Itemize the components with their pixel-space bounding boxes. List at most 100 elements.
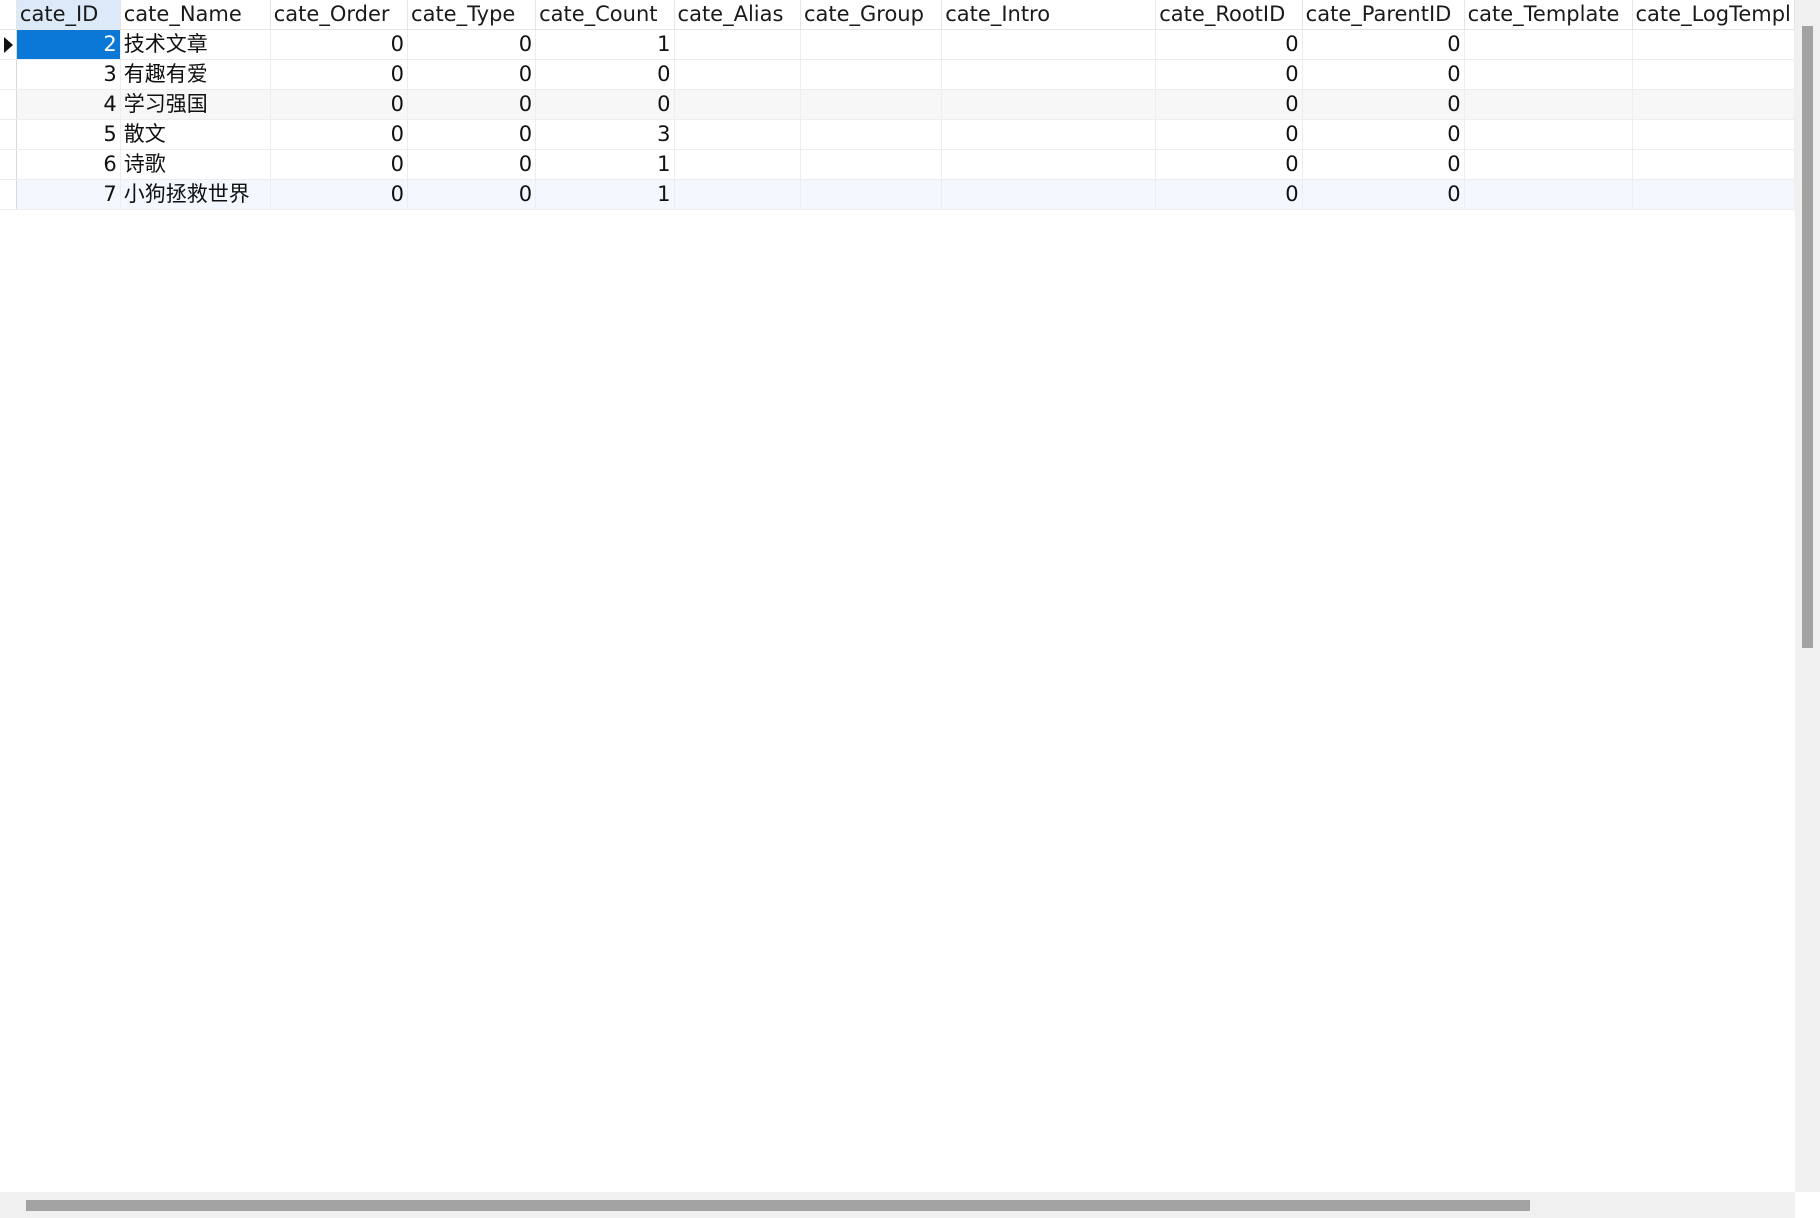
cell-cate-alias[interactable] [674, 59, 801, 90]
cell-cate-parentid[interactable]: 0 [1302, 119, 1465, 150]
cell-cate-template[interactable] [1464, 179, 1633, 210]
cell-cate-alias[interactable] [674, 119, 801, 150]
column-header-cate-parentid[interactable]: cate_ParentID [1302, 0, 1465, 30]
cell-cate-type[interactable]: 0 [407, 179, 537, 210]
column-header-cate-type[interactable]: cate_Type [407, 0, 537, 30]
column-header-cate-count[interactable]: cate_Count [535, 0, 675, 30]
cell-cate-template[interactable] [1464, 59, 1633, 90]
row-indicator[interactable] [0, 179, 17, 210]
vertical-scrollbar-thumb[interactable] [1802, 26, 1813, 648]
cell-cate-logtemplate[interactable] [1632, 149, 1795, 180]
cell-cate-group[interactable] [800, 89, 943, 120]
cell-cate-group[interactable] [800, 119, 943, 150]
cell-cate-rootid[interactable]: 0 [1155, 29, 1303, 60]
cell-cate-group[interactable] [800, 179, 943, 210]
cell-cate-count[interactable]: 1 [535, 29, 675, 60]
cell-cate-order[interactable]: 0 [270, 149, 409, 180]
cell-cate-id[interactable]: 5 [16, 119, 121, 150]
column-header-cate-order[interactable]: cate_Order [270, 0, 409, 30]
table-row[interactable]: 5 散文 0 0 3 0 0 [0, 119, 1795, 150]
cell-cate-type[interactable]: 0 [407, 89, 537, 120]
cell-cate-template[interactable] [1464, 89, 1633, 120]
cell-cate-order[interactable]: 0 [270, 179, 409, 210]
cell-cate-order[interactable]: 0 [270, 119, 409, 150]
column-header-cate-template[interactable]: cate_Template [1464, 0, 1633, 30]
column-header-cate-rootid[interactable]: cate_RootID [1155, 0, 1303, 30]
cell-cate-count[interactable]: 1 [535, 179, 675, 210]
cell-cate-logtemplate[interactable] [1632, 89, 1795, 120]
cell-cate-name[interactable]: 技术文章 [120, 29, 271, 60]
column-header-cate-intro[interactable]: cate_Intro [941, 0, 1157, 30]
table-row[interactable]: 6 诗歌 0 0 1 0 0 [0, 149, 1795, 180]
cell-cate-rootid[interactable]: 0 [1155, 179, 1303, 210]
cell-cate-count[interactable]: 3 [535, 119, 675, 150]
cell-cate-intro[interactable] [941, 29, 1157, 60]
cell-cate-rootid[interactable]: 0 [1155, 119, 1303, 150]
cell-cate-order[interactable]: 0 [270, 59, 409, 90]
cell-cate-name[interactable]: 诗歌 [120, 149, 271, 180]
column-header-cate-group[interactable]: cate_Group [800, 0, 943, 30]
cell-cate-logtemplate[interactable] [1632, 119, 1795, 150]
cell-cate-id[interactable]: 6 [16, 149, 121, 180]
cell-cate-name[interactable]: 散文 [120, 119, 271, 150]
cell-cate-count[interactable]: 0 [535, 59, 675, 90]
cell-cate-parentid[interactable]: 0 [1302, 89, 1465, 120]
table-row[interactable]: 2 技术文章 0 0 1 0 0 [0, 29, 1795, 60]
cell-cate-type[interactable]: 0 [407, 29, 537, 60]
cell-cate-id[interactable]: 7 [16, 179, 121, 210]
cell-cate-template[interactable] [1464, 149, 1633, 180]
cell-cate-id[interactable]: 2 [16, 29, 121, 60]
cell-cate-template[interactable] [1464, 29, 1633, 60]
cell-cate-alias[interactable] [674, 179, 801, 210]
table-row[interactable]: 4 学习强国 0 0 0 0 0 [0, 89, 1795, 120]
cell-cate-intro[interactable] [941, 89, 1157, 120]
cell-cate-template[interactable] [1464, 119, 1633, 150]
vertical-scrollbar[interactable] [1795, 0, 1820, 1192]
cell-cate-alias[interactable] [674, 29, 801, 60]
cell-cate-id[interactable]: 3 [16, 59, 121, 90]
cell-cate-name[interactable]: 学习强国 [120, 89, 271, 120]
cell-cate-parentid[interactable]: 0 [1302, 29, 1465, 60]
cell-cate-intro[interactable] [941, 59, 1157, 90]
cell-cate-rootid[interactable]: 0 [1155, 149, 1303, 180]
table-row[interactable]: 3 有趣有爱 0 0 0 0 0 [0, 59, 1795, 90]
horizontal-scrollbar-thumb[interactable] [26, 1200, 1530, 1211]
column-header-cate-alias[interactable]: cate_Alias [674, 0, 801, 30]
cell-cate-type[interactable]: 0 [407, 119, 537, 150]
cell-cate-rootid[interactable]: 0 [1155, 89, 1303, 120]
cell-cate-alias[interactable] [674, 149, 801, 180]
column-header-cate-name[interactable]: cate_Name [120, 0, 271, 30]
grid-viewport[interactable]: cate_ID cate_Name cate_Order cate_Type cate_… [0, 0, 1795, 1192]
row-indicator[interactable] [0, 29, 17, 60]
cell-cate-alias[interactable] [674, 89, 801, 120]
cell-cate-intro[interactable] [941, 149, 1157, 180]
cell-cate-count[interactable]: 1 [535, 149, 675, 180]
cell-cate-logtemplate[interactable] [1632, 29, 1795, 60]
cell-cate-intro[interactable] [941, 119, 1157, 150]
row-indicator[interactable] [0, 89, 17, 120]
cell-cate-rootid[interactable]: 0 [1155, 59, 1303, 90]
cell-cate-type[interactable]: 0 [407, 59, 537, 90]
horizontal-scrollbar[interactable] [0, 1192, 1795, 1218]
cell-cate-parentid[interactable]: 0 [1302, 59, 1465, 90]
cell-cate-parentid[interactable]: 0 [1302, 179, 1465, 210]
cell-cate-id[interactable]: 4 [16, 89, 121, 120]
row-indicator[interactable] [0, 59, 17, 90]
cell-cate-logtemplate[interactable] [1632, 179, 1795, 210]
table-data-grid[interactable]: cate_ID cate_Name cate_Order cate_Type cate_… [0, 0, 1820, 1218]
cell-cate-type[interactable]: 0 [407, 149, 537, 180]
cell-cate-order[interactable]: 0 [270, 29, 409, 60]
cell-cate-group[interactable] [800, 59, 943, 90]
cell-cate-order[interactable]: 0 [270, 89, 409, 120]
cell-cate-count[interactable]: 0 [535, 89, 675, 120]
cell-cate-logtemplate[interactable] [1632, 59, 1795, 90]
cell-cate-group[interactable] [800, 29, 943, 60]
cell-cate-name[interactable]: 小狗拯救世界 [120, 179, 271, 210]
cell-cate-name[interactable]: 有趣有爱 [120, 59, 271, 90]
cell-cate-group[interactable] [800, 149, 943, 180]
column-header-cate-logtemplate[interactable]: cate_LogTempl [1632, 0, 1795, 30]
column-header-cate-id[interactable]: cate_ID [16, 0, 121, 30]
row-indicator[interactable] [0, 149, 17, 180]
cell-cate-parentid[interactable]: 0 [1302, 149, 1465, 180]
row-indicator[interactable] [0, 119, 17, 150]
